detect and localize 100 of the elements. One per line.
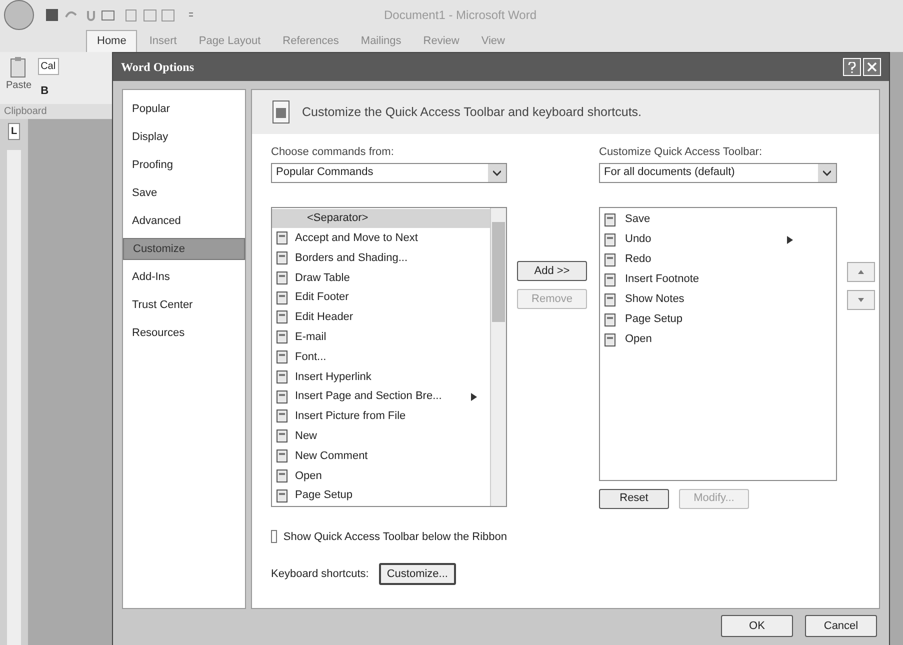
dialog-title: Word Options [121,59,194,76]
command-icon [603,292,617,306]
command-icon [275,310,289,324]
command-icon [603,312,617,326]
ribbon-tab[interactable]: Home [86,30,138,52]
toolbar-item-label: Insert Footnote [625,272,699,288]
command-item[interactable]: Borders and Shading... [272,248,490,268]
command-item[interactable]: Open [272,466,490,486]
toolbar-item[interactable]: Redo [600,250,836,270]
command-icon [603,252,617,266]
add-button[interactable]: Add >> [517,261,587,281]
command-label: Edit Header [295,310,354,326]
checkbox[interactable] [271,530,278,544]
nav-item[interactable]: Customize [123,238,245,260]
nav-item[interactable]: Save [123,182,245,204]
dropdown-button[interactable] [488,164,506,182]
paste-label[interactable]: Paste [6,78,32,93]
dropdown-value: For all documents (default) [603,165,736,180]
nav-item[interactable]: Trust Center [123,294,245,316]
close-icon [867,62,877,72]
command-label: Draw Table [295,270,350,286]
command-label: E-mail [295,330,326,345]
command-label: New [295,428,318,444]
command-item[interactable]: Insert Page and Section Bre... [272,386,490,406]
toolbar-item[interactable]: Insert Footnote [600,270,836,290]
chevron-down-icon [493,170,501,176]
command-icon [275,330,289,344]
chevron-down-icon [823,170,831,176]
help-button[interactable] [843,58,861,76]
command-label: <Separator> [307,211,368,226]
field-label: Choose commands from: [271,145,395,160]
command-icon [275,370,289,384]
command-label: Insert Page and Section Bre... [295,389,442,404]
nav-item[interactable]: Advanced [123,210,245,232]
bold-button[interactable]: B [38,83,59,100]
window-title: Document1 - Microsoft Word [384,7,536,24]
office-button[interactable] [4,0,34,30]
commands-dropdown[interactable]: Popular Commands [271,162,507,182]
command-icon [275,231,289,246]
command-label: New Comment [295,448,368,464]
command-item[interactable]: Edit Footer [272,288,490,308]
submenu-arrow-icon [471,392,477,401]
command-icon [275,448,289,463]
command-item[interactable]: New [272,426,490,446]
command-label: Insert Picture from File [295,409,406,424]
command-label: Page Setup [295,488,352,504]
command-item[interactable]: Page Setup [272,486,490,506]
font-name-field[interactable]: Cal [38,58,59,75]
command-icon [275,429,289,444]
toolbar-item-label: Save [625,212,650,228]
toolbar-item[interactable]: Open [600,330,836,350]
scrollbar[interactable] [490,208,506,506]
command-label: Borders and Shading... [295,250,408,266]
command-icon [275,290,289,305]
command-item[interactable]: Accept and Move to Next [272,228,490,248]
command-label: Edit Footer [295,290,349,306]
toolbar-dropdown[interactable]: For all documents (default) [599,162,837,182]
shortcuts-label: Keyboard shortcuts: [271,566,369,582]
nav-item[interactable]: Popular [123,98,245,120]
command-item[interactable]: E-mail [272,327,490,348]
toolbar-item[interactable]: Save [600,210,836,230]
command-item[interactable]: Insert Picture from File [272,406,490,426]
command-icon [275,250,289,265]
command-icon [275,468,289,483]
scroll-thumb[interactable] [492,222,505,322]
help-icon [848,62,856,72]
command-item[interactable]: Draw Table [272,268,490,288]
command-icon [275,488,289,503]
toolbar-item-label: Page Setup [625,312,682,328]
cancel-button[interactable]: Cancel [805,615,877,637]
reset-button[interactable]: Reset [599,488,669,508]
nav-item[interactable]: Add-Ins [123,266,245,288]
command-item[interactable]: New Comment [272,446,490,466]
command-item[interactable]: Font... [272,347,490,367]
field-label: Customize Quick Access Toolbar: [599,145,764,160]
toolbar-item-label: Show Notes [625,292,684,308]
dropdown-button[interactable] [818,164,836,182]
nav-item[interactable]: Resources [123,322,245,344]
command-icon [603,232,617,246]
toolbar-settings-icon [272,100,290,124]
toolbar-item[interactable]: Show Notes [600,290,836,310]
nav-item[interactable]: Proofing [123,154,245,176]
command-icon [275,270,289,285]
customize-button[interactable]: Customize... [378,563,456,585]
section-heading: Customize the Quick Access Toolbar and keyboard shortcuts. [302,104,642,121]
nav-item[interactable]: Display [123,126,245,148]
command-item[interactable]: <Separator> [272,208,490,228]
command-item[interactable]: Edit Header [272,307,490,328]
toolbar-item[interactable]: Undo [600,230,836,250]
tab-selector[interactable]: L [8,123,20,140]
toolbar-item-label: Undo [625,232,652,248]
command-icon [603,332,617,346]
checkbox-label: Show Quick Access Toolbar below the Ribbon [283,530,507,544]
command-item[interactable]: Insert Hyperlink [272,366,490,387]
toolbar-item-label: Redo [625,252,652,268]
paste-icon [10,56,28,78]
toolbar-item[interactable]: Page Setup [600,310,836,330]
ok-button[interactable]: OK [721,615,793,637]
close-button[interactable] [863,58,881,76]
command-label: Font... [295,350,326,365]
